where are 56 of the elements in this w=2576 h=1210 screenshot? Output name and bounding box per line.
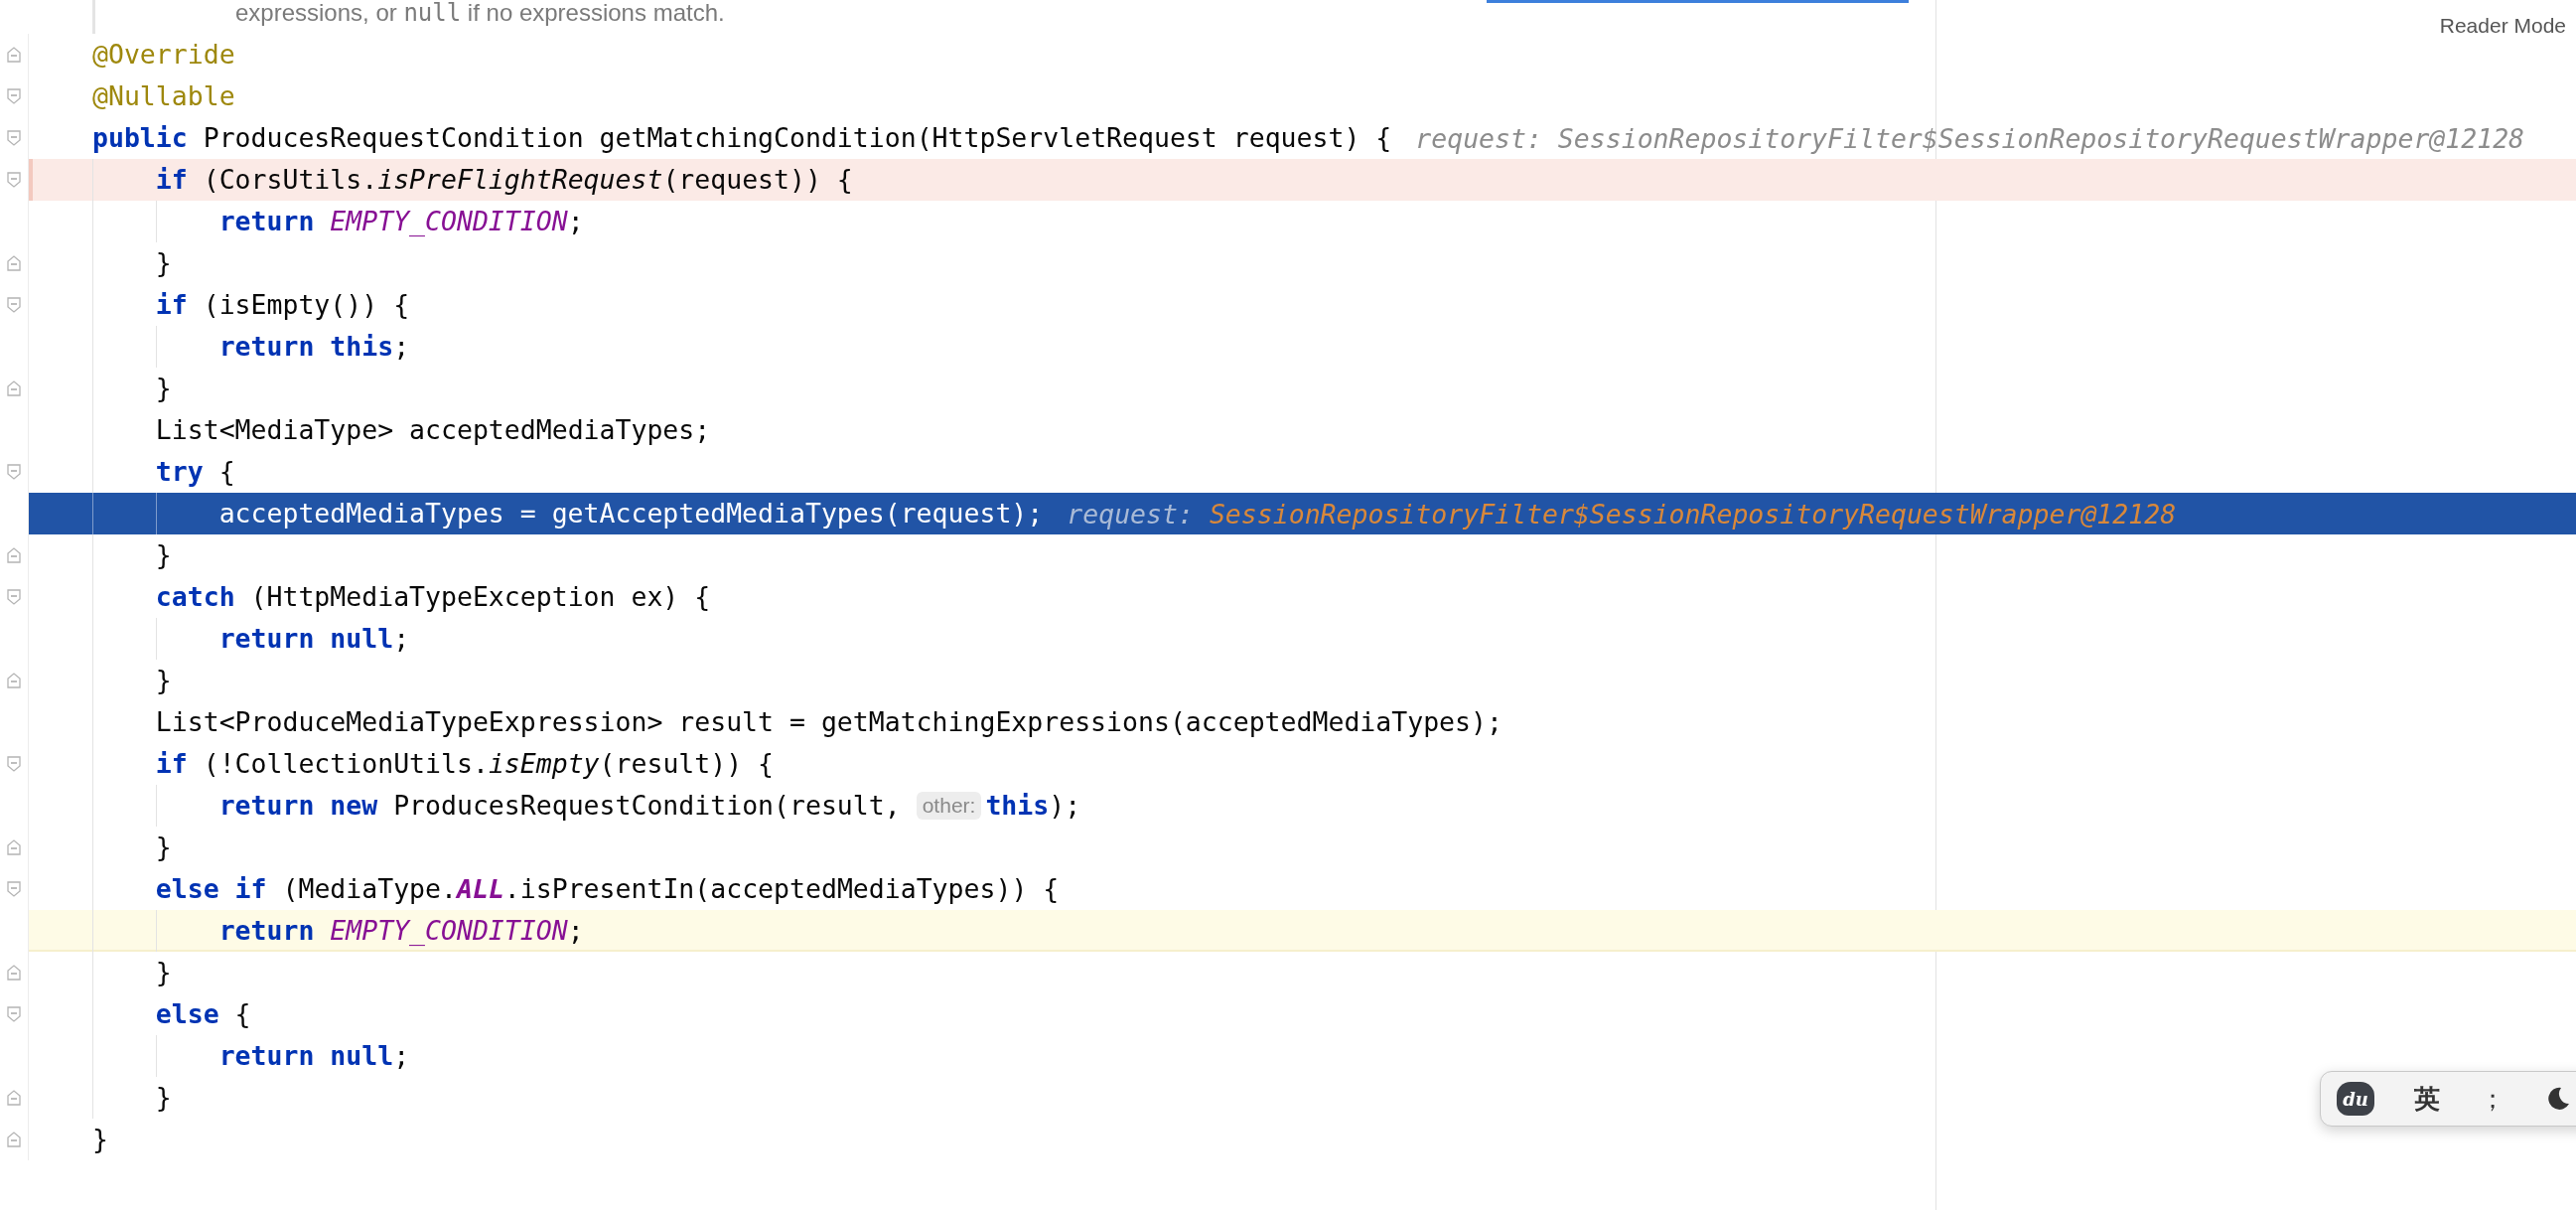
code-text: acceptedMediaTypes = getAcceptedMediaTypes(request); [218, 498, 1044, 529]
inlay-hint: request: [1067, 498, 1194, 529]
fold-icon[interactable] [7, 380, 21, 396]
fold-icon[interactable] [7, 965, 21, 981]
code-text: return null; [218, 623, 410, 655]
fold-icon[interactable] [7, 756, 21, 772]
code-text: } [92, 1124, 108, 1155]
moon-icon[interactable] [2545, 1086, 2571, 1112]
punctuation-toggle[interactable]: ； [2480, 1081, 2505, 1117]
fold-icon[interactable] [7, 1006, 21, 1022]
code-text: else { [155, 998, 251, 1030]
code-text: @Nullable [92, 80, 235, 112]
fold-icon[interactable] [7, 547, 21, 563]
fold-icon[interactable] [7, 1090, 21, 1106]
fold-icon[interactable] [7, 88, 21, 104]
code-text: else if (MediaType.ALL.isPresentIn(acceptedMediaTypes)) { [155, 873, 1060, 905]
code-text: List<MediaType> acceptedMediaTypes; [155, 414, 711, 446]
code-text: } [155, 1082, 172, 1114]
code-text: @Override [92, 39, 235, 71]
code-text: return EMPTY_CONDITION; [218, 915, 584, 947]
fold-icon[interactable] [7, 1132, 21, 1147]
bear-logo-icon[interactable]: du [2337, 1082, 2374, 1116]
fold-icon[interactable] [7, 464, 21, 480]
code-text: try { [155, 456, 235, 488]
code-text: } [155, 957, 172, 988]
code-text: } [155, 373, 172, 404]
code-text: catch (HttpMediaTypeException ex) { [155, 581, 711, 613]
fold-icon[interactable] [7, 839, 21, 855]
fold-icon[interactable] [7, 172, 21, 188]
code-text: return this; [218, 331, 410, 363]
fold-icon[interactable] [7, 881, 21, 897]
input-mode-toggle[interactable]: 英 [2414, 1081, 2440, 1117]
code-text: } [155, 665, 172, 696]
fold-icon[interactable] [7, 589, 21, 605]
doc-comment-text: expressions, or null if no expressions match. [92, 0, 725, 34]
fold-icon[interactable] [7, 673, 21, 688]
code-text: List<ProduceMediaTypeExpression> result = getMatchingExpressions(acceptedMediaTypes); [155, 706, 1503, 738]
inlay-hint-value: SessionRepositoryFilter$SessionRepositoryRequestWrapper@12128 [1209, 498, 2177, 529]
code-text: return null; [218, 1040, 410, 1072]
fold-icon[interactable] [7, 255, 21, 271]
code-text: this); [985, 790, 1081, 822]
code-text: public ProducesRequestCondition getMatchingCondition(HttpServletRequest request) { [92, 122, 1392, 154]
inlay-hint: request: SessionRepositoryFilter$SessionRepositoryRequestWrapper@12128 [1415, 122, 2525, 154]
code-text: } [155, 832, 172, 863]
parameter-hint: other: [916, 792, 982, 820]
fold-icon[interactable] [7, 130, 21, 146]
code-text: } [155, 247, 172, 279]
fold-icon[interactable] [7, 47, 21, 63]
code-text: if (isEmpty()) { [155, 289, 410, 321]
reader-mode-link[interactable]: Reader Mode [2439, 14, 2566, 38]
fold-icon[interactable] [7, 297, 21, 313]
code-text: if (CorsUtils.isPreFlightRequest(request)) { [155, 164, 853, 196]
code-text: } [155, 539, 172, 571]
code-text: return EMPTY_CONDITION; [218, 206, 584, 237]
code-text: if (!CollectionUtils.isEmpty(result)) { [155, 748, 775, 780]
code-text: return new ProducesRequestCondition(result, [218, 790, 901, 822]
